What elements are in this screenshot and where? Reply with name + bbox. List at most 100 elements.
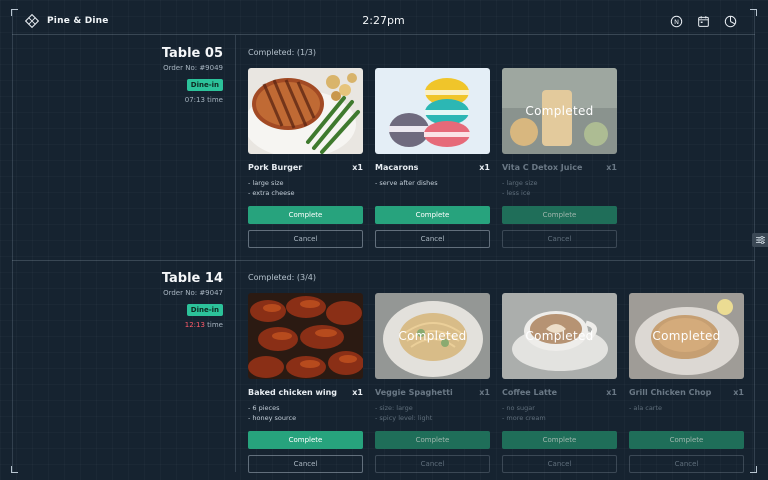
table-divider — [12, 260, 755, 261]
item-note: - no sugar — [502, 404, 535, 412]
completed-overlay: Completed — [502, 293, 617, 379]
item-qty: x1 — [352, 388, 363, 397]
elapsed-time: 07:13 time — [162, 96, 223, 104]
completed-count: Completed: (1/3) — [248, 48, 316, 57]
item-notes: - large size - extra cheese — [248, 178, 363, 198]
item-qty: x1 — [606, 163, 617, 172]
item-note: - large size — [502, 179, 538, 187]
item-notes: - serve after dishes — [375, 178, 490, 188]
item-qty: x1 — [606, 388, 617, 397]
order-item-card: Completed Vita C Detox Juice x1 - large … — [502, 68, 617, 248]
item-qty: x1 — [352, 163, 363, 172]
completed-overlay: Completed — [502, 68, 617, 154]
item-name: Baked chicken wing — [248, 388, 338, 397]
item-notes: - 6 pieces - honey source — [248, 403, 363, 423]
table-title: Table 05 — [161, 46, 223, 61]
item-name: Vita C Detox Juice — [502, 163, 583, 172]
item-note: - size: large — [375, 404, 413, 412]
complete-button[interactable]: Complete — [375, 206, 490, 224]
table-info: Table 05 Order No: #9049 Dine-in 07:13 t… — [162, 46, 223, 104]
top-bar: Pine & Dine 2:27pm N — [12, 10, 755, 35]
complete-button[interactable]: Complete — [248, 431, 363, 449]
item-note: - ala carte — [629, 404, 663, 412]
clock: 2:27pm — [362, 14, 405, 27]
calendar-icon[interactable] — [697, 15, 710, 28]
item-note: - 6 pieces — [248, 404, 280, 412]
order-item-card: Completed Grill Chicken Chop x1 - ala ca… — [629, 293, 744, 473]
notification-icon[interactable]: N — [670, 15, 683, 28]
order-item-card: Completed Coffee Latte x1 - no sugar - m… — [502, 293, 617, 473]
table-title: Table 14 — [161, 271, 223, 286]
item-header: Veggie Spaghetti x1 — [375, 388, 490, 397]
item-note: - more cream — [502, 414, 546, 422]
item-qty: x1 — [479, 163, 490, 172]
item-name: Coffee Latte — [502, 388, 558, 397]
column-divider — [235, 35, 236, 472]
item-header: Grill Chicken Chop x1 — [629, 388, 744, 397]
svg-text:N: N — [674, 18, 679, 26]
food-image — [248, 293, 363, 379]
item-note: - spicy level: light — [375, 414, 433, 422]
item-header: Vita C Detox Juice x1 — [502, 163, 617, 172]
item-qty: x1 — [733, 388, 744, 397]
cancel-button[interactable]: Cancel — [502, 230, 617, 248]
side-panel-handle[interactable] — [752, 233, 768, 247]
food-image: Completed — [502, 68, 617, 154]
order-item-card: Completed Veggie Spaghetti x1 - size: la… — [375, 293, 490, 473]
item-name: Grill Chicken Chop — [629, 388, 712, 397]
table-info: Table 14 Order No: #9047 Dine-in 12:13 t… — [162, 271, 223, 329]
item-qty: x1 — [479, 388, 490, 397]
service-badge: Dine-in — [186, 304, 223, 316]
item-note: - extra cheese — [248, 189, 295, 197]
completed-overlay: Completed — [375, 293, 490, 379]
time-value: 07:13 — [184, 96, 205, 104]
complete-button[interactable]: Complete — [375, 431, 490, 449]
item-header: Macarons x1 — [375, 163, 490, 172]
food-image: Completed — [629, 293, 744, 379]
complete-button[interactable]: Complete — [629, 431, 744, 449]
time-suffix: time — [207, 321, 223, 329]
complete-button[interactable]: Complete — [502, 431, 617, 449]
item-header: Pork Burger x1 — [248, 163, 363, 172]
cancel-button[interactable]: Cancel — [375, 455, 490, 473]
cancel-button[interactable]: Cancel — [375, 230, 490, 248]
cancel-button[interactable]: Cancel — [248, 230, 363, 248]
order-number: Order No: #9049 — [163, 64, 223, 72]
item-note: - serve after dishes — [375, 179, 438, 187]
chicken-wings-image — [248, 293, 363, 379]
grilled-pork-image — [248, 68, 363, 154]
food-image — [248, 68, 363, 154]
completed-overlay: Completed — [629, 293, 744, 379]
top-icons: N — [670, 15, 737, 28]
cancel-button[interactable]: Cancel — [629, 455, 744, 473]
completed-count: Completed: (3/4) — [248, 273, 316, 282]
pie-chart-icon[interactable] — [724, 15, 737, 28]
item-notes: - no sugar - more cream — [502, 403, 617, 423]
macarons-image — [375, 68, 490, 154]
item-note: - less ice — [502, 189, 531, 197]
sliders-icon — [755, 236, 765, 244]
item-name: Veggie Spaghetti — [375, 388, 453, 397]
item-note: - large size — [248, 179, 284, 187]
item-notes: - ala carte — [629, 403, 744, 413]
complete-button[interactable]: Complete — [502, 206, 617, 224]
item-header: Baked chicken wing x1 — [248, 388, 363, 397]
food-image: Completed — [375, 293, 490, 379]
order-item-card: Macarons x1 - serve after dishes Complet… — [375, 68, 490, 248]
time-value: 12:13 — [184, 321, 205, 329]
cancel-button[interactable]: Cancel — [248, 455, 363, 473]
item-notes: - large size - less ice — [502, 178, 617, 198]
time-suffix: time — [207, 96, 223, 104]
food-image: Completed — [502, 293, 617, 379]
food-image — [375, 68, 490, 154]
complete-button[interactable]: Complete — [248, 206, 363, 224]
item-header: Coffee Latte x1 — [502, 388, 617, 397]
item-name: Pork Burger — [248, 163, 303, 172]
order-item-card: Baked chicken wing x1 - 6 pieces - honey… — [248, 293, 363, 473]
service-badge: Dine-in — [186, 79, 223, 91]
item-note: - honey source — [248, 414, 297, 422]
item-notes: - size: large - spicy level: light — [375, 403, 490, 423]
cancel-button[interactable]: Cancel — [502, 455, 617, 473]
order-number: Order No: #9047 — [163, 289, 223, 297]
order-item-card: Pork Burger x1 - large size - extra chee… — [248, 68, 363, 248]
